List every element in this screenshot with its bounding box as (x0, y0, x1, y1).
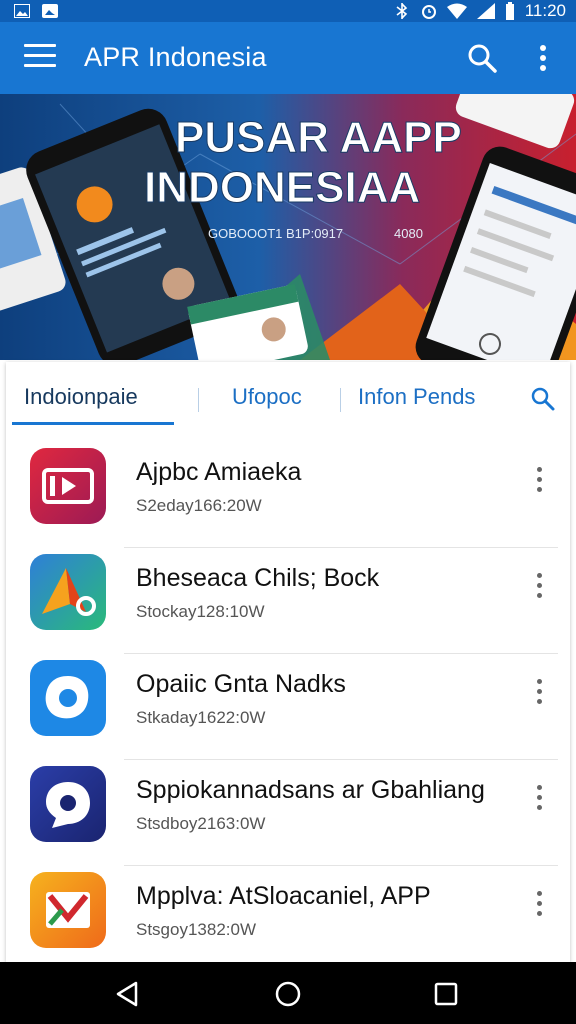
chat-bubble-icon (30, 766, 106, 842)
banner-subtext-right: 4080 (394, 226, 423, 241)
play-media-icon (30, 448, 106, 524)
banner-headline-line2: INDONESIAA (144, 163, 420, 212)
overflow-menu-icon[interactable] (530, 42, 556, 74)
kite-arrow-icon (30, 554, 106, 630)
app-name: Mpplva: AtSloacaniel, APP (136, 882, 431, 910)
app-bar: APR Indonesia (0, 22, 576, 94)
system-nav-bar (0, 962, 576, 1024)
recents-icon[interactable] (432, 980, 460, 1008)
status-time: 11:20 (524, 1, 566, 20)
image-notification-icon (42, 4, 58, 18)
envelope-m-icon (30, 872, 106, 948)
overflow-menu-icon[interactable] (528, 782, 550, 816)
app-meta: Stsdboy2163:0W (136, 814, 266, 833)
app-name: Bheseaca Chils; Bock (136, 564, 380, 592)
app-name: Sppiokannadsans ar Gbahliang (136, 776, 485, 804)
active-tab-indicator (12, 422, 174, 425)
banner-headline-line1: PUSAR AAPP (175, 113, 462, 162)
overflow-menu-icon[interactable] (528, 676, 550, 710)
app-meta: S2eday166:20W (136, 496, 262, 515)
app-name: Ajpbc Amiaeka (136, 458, 302, 486)
signal-icon (476, 3, 495, 19)
home-icon[interactable] (274, 980, 302, 1008)
alarm-icon (421, 5, 436, 19)
list-item[interactable]: Ajpbc Amiaeka S2eday166:20W (6, 442, 570, 548)
app-meta: Stkaday1622:0W (136, 708, 266, 727)
overflow-menu-icon[interactable] (528, 570, 550, 604)
gallery-notification-icon (14, 4, 30, 18)
search-icon[interactable] (530, 386, 556, 412)
app-meta: Stsgoy1382:0W (136, 920, 257, 939)
list-item[interactable]: Opaiic Gnta Nadks Stkaday1622:0W (6, 654, 570, 760)
tab-divider (198, 388, 199, 412)
list-item[interactable]: Mpplva: AtSloacaniel, APP Stsgoy1382:0W (6, 866, 570, 972)
app-name: Opaiic Gnta Nadks (136, 670, 346, 698)
app-title: APR Indonesia (84, 42, 267, 72)
wifi-icon (446, 3, 467, 19)
search-icon[interactable] (466, 42, 498, 74)
ring-blob-icon (30, 660, 106, 736)
app-list: Ajpbc Amiaeka S2eday166:20W Bheseaca Chi… (6, 442, 570, 972)
overflow-menu-icon[interactable] (528, 464, 550, 498)
tab-divider (340, 388, 341, 412)
banner-subtext: GOBOOOT1 B1P:0917 (208, 226, 343, 241)
hamburger-menu-icon[interactable] (24, 44, 56, 72)
tab-indoionpaie[interactable]: Indoionpaie (24, 384, 138, 410)
content-card: Indoionpaie Ufopoc Infon Pends Ajpbc Ami… (6, 362, 570, 962)
list-item[interactable]: Bheseaca Chils; Bock Stockay128:10W (6, 548, 570, 654)
tab-infon-pends[interactable]: Infon Pends (358, 384, 475, 410)
tab-bar: Indoionpaie Ufopoc Infon Pends (6, 362, 570, 438)
status-bar: 11:20 (0, 0, 576, 22)
back-icon[interactable] (114, 980, 142, 1008)
bluetooth-icon (396, 3, 407, 19)
list-item[interactable]: Sppiokannadsans ar Gbahliang Stsdboy2163… (6, 760, 570, 866)
tab-ufopoc[interactable]: Ufopoc (232, 384, 302, 410)
battery-icon (505, 2, 514, 20)
promo-banner[interactable]: PUSAR AAPP INDONESIAA GOBOOOT1 B1P:0917 … (0, 94, 576, 360)
app-meta: Stockay128:10W (136, 602, 265, 621)
overflow-menu-icon[interactable] (528, 888, 550, 922)
